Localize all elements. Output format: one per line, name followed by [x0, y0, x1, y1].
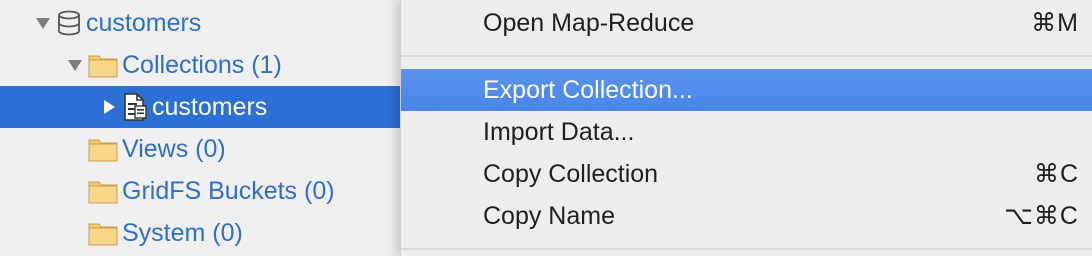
tree-item-database-label: customers: [86, 8, 202, 37]
sidebar-tree: customers Collections (1) customers View…: [0, 0, 400, 256]
tree-item-views-label: Views (0): [122, 134, 226, 163]
menu-item-shortcut: ⌘M: [1031, 9, 1079, 37]
menu-separator: [401, 55, 1092, 57]
tree-item-system-folder[interactable]: System (0): [0, 212, 400, 254]
screen: customers Collections (1) customers View…: [0, 0, 1092, 256]
menu-separator: [401, 248, 1092, 250]
menu-item-open-map-reduce[interactable]: Open Map-Reduce ⌘M: [401, 2, 1092, 44]
menu-item-shortcut: ⌘C: [1033, 160, 1079, 188]
folder-icon: [88, 178, 118, 204]
menu-item-export-collection[interactable]: Export Collection...: [401, 69, 1092, 111]
folder-icon: [88, 220, 118, 246]
menu-item-copy-collection[interactable]: Copy Collection ⌘C: [401, 153, 1092, 195]
tree-item-collections-folder[interactable]: Collections (1): [0, 44, 400, 86]
menu-item-label: Open Map-Reduce: [483, 8, 695, 37]
disclosure-collapsed-icon[interactable]: [100, 98, 118, 116]
menu-item-label: Import Data...: [483, 117, 635, 146]
tree-item-collection-customers[interactable]: customers: [0, 86, 400, 128]
collection-document-icon: [122, 93, 148, 121]
disclosure-expanded-icon[interactable]: [66, 56, 84, 74]
menu-item-copy-name[interactable]: Copy Name ⌥⌘C: [401, 195, 1092, 237]
tree-item-system-label: System (0): [122, 218, 243, 247]
menu-item-label: Copy Collection: [483, 159, 659, 188]
tree-item-database[interactable]: customers: [0, 2, 400, 44]
menu-item-label: Export Collection...: [483, 75, 693, 104]
folder-icon: [88, 136, 118, 162]
tree-item-collection-label: customers: [152, 92, 268, 121]
folder-icon: [88, 52, 118, 78]
tree-item-views-folder[interactable]: Views (0): [0, 128, 400, 170]
tree-item-collections-label: Collections (1): [122, 50, 282, 79]
tree-item-gridfs-label: GridFS Buckets (0): [122, 176, 335, 205]
menu-item-label: Copy Name: [483, 201, 615, 230]
menu-item-shortcut: ⌥⌘C: [1004, 202, 1079, 230]
tree-item-gridfs-folder[interactable]: GridFS Buckets (0): [0, 170, 400, 212]
menu-item-import-data[interactable]: Import Data...: [401, 111, 1092, 153]
context-menu: Open Map-Reduce ⌘M Export Collection... …: [400, 0, 1092, 256]
disclosure-expanded-icon[interactable]: [34, 14, 52, 32]
database-icon: [56, 10, 82, 36]
